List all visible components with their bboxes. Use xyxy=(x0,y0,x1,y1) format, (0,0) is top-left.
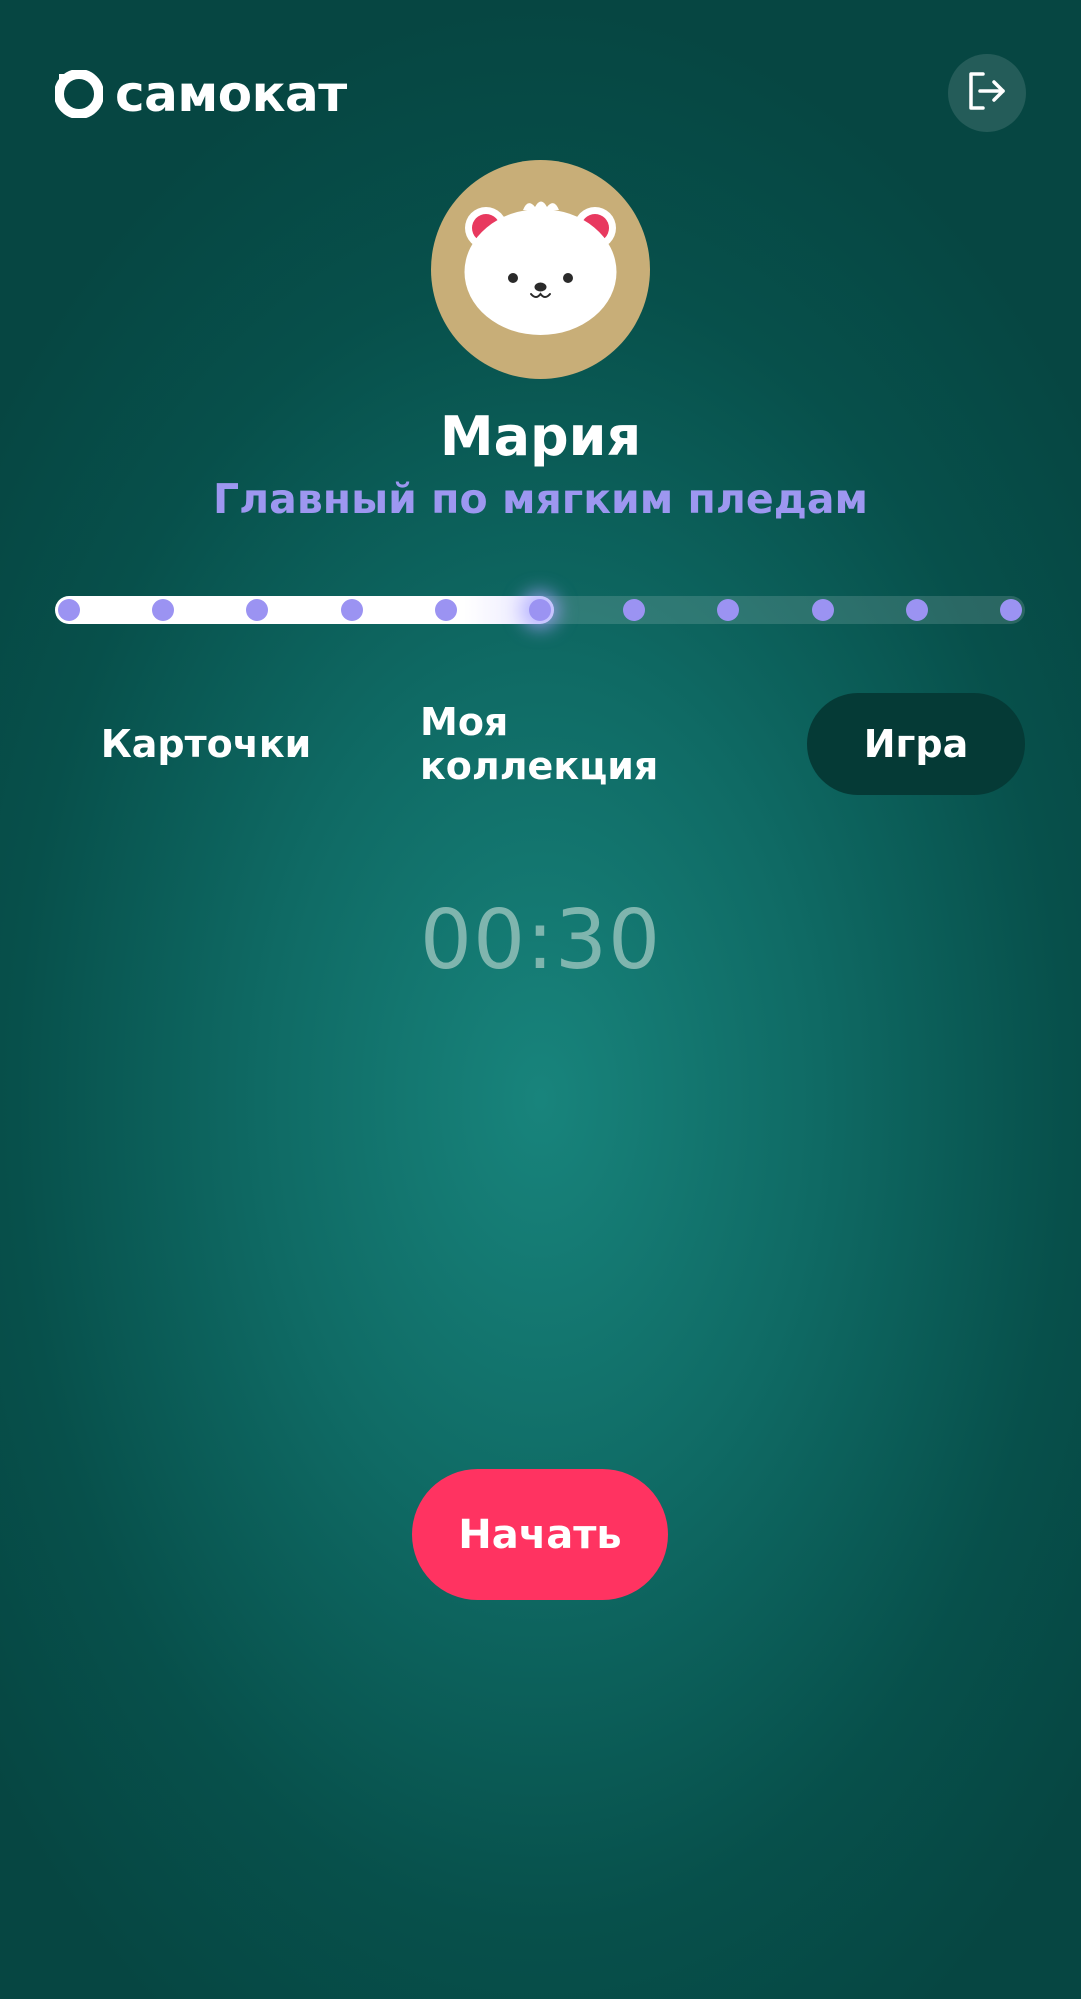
progress-dot xyxy=(623,599,646,621)
tab-bar: Карточки Моя коллекция Игра xyxy=(0,693,1081,795)
logout-icon xyxy=(965,69,1009,117)
start-button[interactable]: Начать xyxy=(412,1469,668,1600)
user-rank: Главный по мягким пледам xyxy=(213,475,868,523)
tab-cards[interactable]: Карточки xyxy=(92,693,320,795)
polar-bear-avatar xyxy=(464,201,617,335)
progress-dot xyxy=(434,599,457,621)
samokat-logo-icon xyxy=(54,69,104,119)
game-timer: 00:30 xyxy=(419,893,662,988)
tab-game[interactable]: Игра xyxy=(807,693,1025,795)
progress-dot xyxy=(1000,599,1022,621)
progress-dot xyxy=(811,599,834,621)
progress-fill xyxy=(55,596,554,624)
progress-dot xyxy=(905,599,928,621)
tab-my-collection-label: Моя коллекция xyxy=(420,700,659,788)
user-name: Мария xyxy=(439,405,642,468)
tab-my-collection[interactable]: Моя коллекция xyxy=(420,693,745,795)
tab-cards-label: Карточки xyxy=(100,722,312,766)
start-button-label: Начать xyxy=(458,1511,622,1558)
tab-game-label: Игра xyxy=(863,722,969,766)
logout-button[interactable] xyxy=(948,54,1026,132)
level-progress-bar xyxy=(55,596,1025,624)
progress-dot-current xyxy=(529,599,551,621)
logo-text: самокат xyxy=(115,65,347,123)
avatar xyxy=(431,160,650,379)
progress-dot xyxy=(340,599,363,621)
samokat-logo: самокат xyxy=(54,65,347,123)
progress-dot xyxy=(58,599,80,621)
progress-dot xyxy=(717,599,740,621)
